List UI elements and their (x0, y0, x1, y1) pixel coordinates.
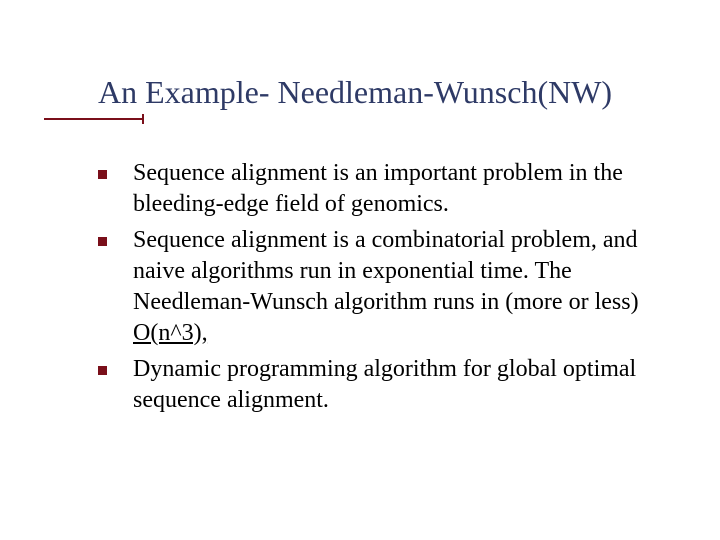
list-item-text: Sequence alignment is a combinatorial pr… (133, 225, 660, 348)
title-underline-rule (44, 118, 142, 120)
text-segment: Sequence alignment is an important probl… (133, 160, 623, 217)
square-bullet-icon (98, 170, 107, 179)
square-bullet-icon (98, 237, 107, 246)
list-item-text: Sequence alignment is an important probl… (133, 158, 660, 219)
list-item-text: Dynamic programming algorithm for global… (133, 354, 660, 415)
list-item: Dynamic programming algorithm for global… (98, 354, 660, 415)
slide-title: An Example- Needleman-Wunsch(NW) (98, 74, 680, 111)
list-item: Sequence alignment is a combinatorial pr… (98, 225, 660, 348)
list-item: Sequence alignment is an important probl… (98, 158, 660, 219)
body-content: Sequence alignment is an important probl… (98, 158, 660, 422)
text-segment: Dynamic programming algorithm for global… (133, 356, 636, 413)
title-container: An Example- Needleman-Wunsch(NW) (98, 74, 680, 111)
slide: An Example- Needleman-Wunsch(NW) Sequenc… (0, 0, 720, 540)
square-bullet-icon (98, 366, 107, 375)
text-segment: Sequence alignment is a combinatorial pr… (133, 227, 639, 314)
text-emphasis: O(n^3), (133, 320, 208, 346)
title-underline-tick (142, 114, 144, 124)
